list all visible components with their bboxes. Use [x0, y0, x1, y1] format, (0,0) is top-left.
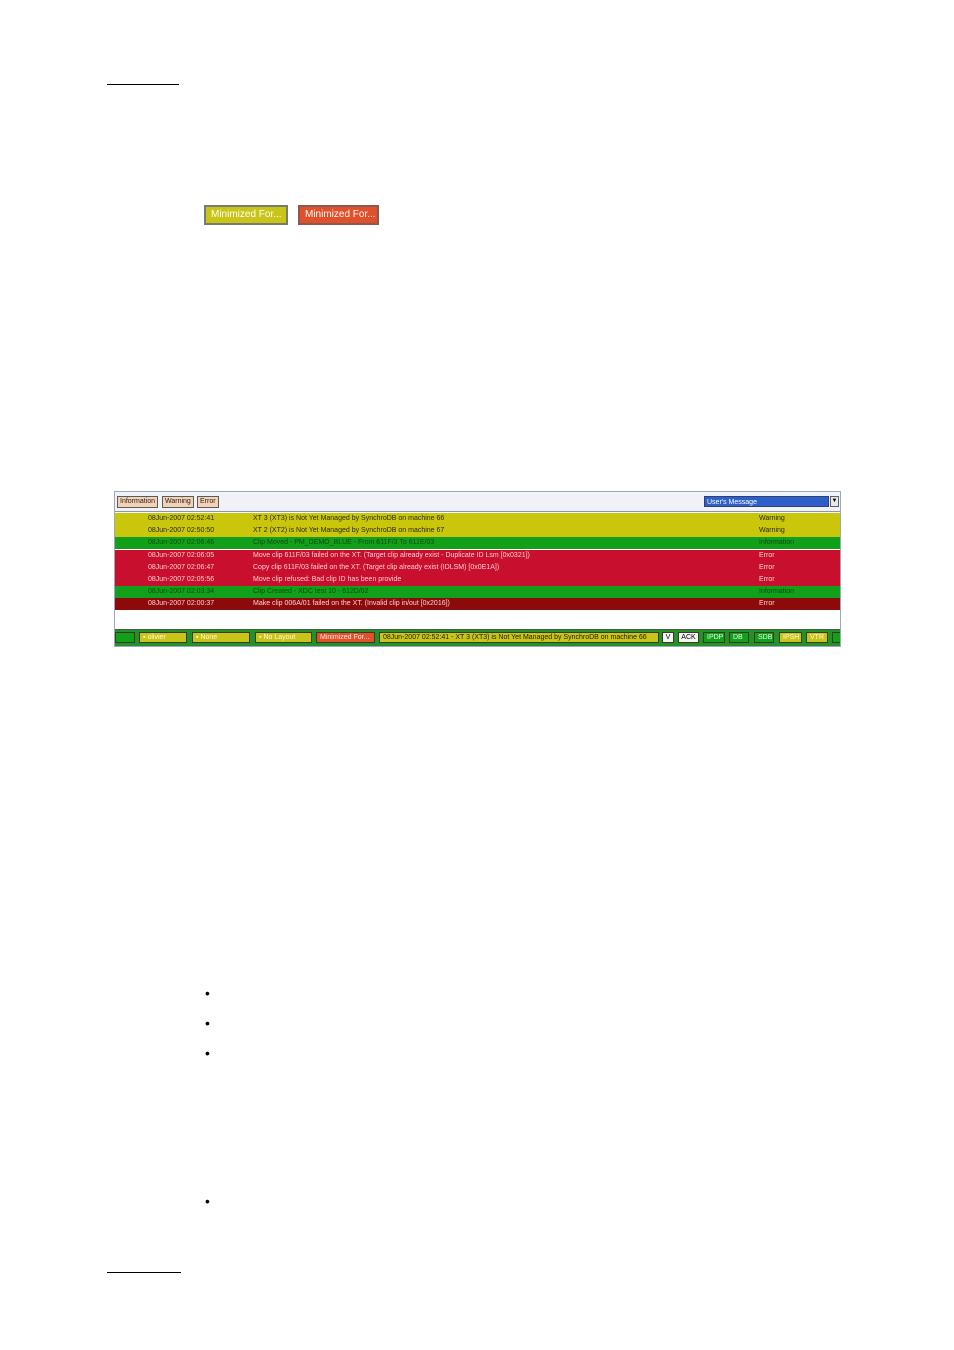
message-row[interactable]: 08Jun-2007 02:52:41 XT 3 (XT3) is Not Yet…: [115, 513, 840, 525]
filter-information-button[interactable]: Information: [117, 496, 159, 508]
message-time: 08Jun-2007 02:06:47: [148, 563, 215, 571]
message-row[interactable]: 08Jun-2007 02:06:46 Clip Moved - PM_DEMO_…: [115, 537, 840, 550]
message-time: 08Jun-2007 02:03:34: [148, 588, 215, 596]
status-pill-ipdp[interactable]: IPDP: [703, 632, 725, 643]
ack-button[interactable]: ACK: [678, 632, 699, 643]
taskbar-user-label: olivier: [147, 634, 166, 641]
taskbar-layout-label: No Layout: [263, 634, 296, 641]
header-rule: [107, 84, 179, 85]
message-severity: Information: [759, 588, 795, 596]
bullet-2: •: [205, 1015, 210, 1031]
message-text: Copy clip 611F/03 failed on the XT. (Tar…: [253, 563, 500, 571]
monitor-icon: ▪: [196, 634, 199, 641]
taskbar-selection-label: None: [200, 634, 218, 641]
taskbar-user-button[interactable]: ▪ olivier: [139, 632, 187, 643]
message-text: Move clip refused: Bad clip ID has been …: [253, 576, 402, 583]
message-severity: Information: [759, 539, 795, 547]
message-panel-toolbar: Information Warning Error User's Message…: [115, 492, 840, 512]
message-text: Clip Moved - PM_DEMO_BLUE - From 611F/3 …: [253, 539, 435, 547]
message-severity: Error: [759, 600, 775, 608]
bullet-4: •: [205, 1193, 210, 1209]
taskbar-minimized-button[interactable]: Minimized For...: [316, 632, 375, 643]
message-row[interactable]: 08Jun-2007 02:06:47 Copy clip 611F/03 fai…: [115, 561, 840, 574]
taskbar-selection-button[interactable]: ▪ None: [192, 632, 250, 643]
message-time: 08Jun-2007 02:06:05: [148, 551, 215, 559]
message-row[interactable]: 08Jun-2007 02:00:37 Make clip 006A/01 fai…: [115, 598, 840, 611]
message-time: 08Jun-2007 02:00:37: [148, 600, 215, 608]
message-time: 08Jun-2007 02:05:56: [148, 576, 215, 583]
message-time: 08Jun-2007 02:50:50: [148, 527, 215, 535]
status-pill-ipsh[interactable]: IPSH: [779, 632, 802, 643]
status-pill-extra[interactable]: [832, 632, 840, 643]
message-time: 08Jun-2007 02:06:46: [148, 539, 215, 547]
message-text: Make clip 006A/01 failed on the XT. (Inv…: [253, 600, 450, 608]
message-time: 08Jun-2007 02:52:41: [148, 515, 215, 522]
message-ticker[interactable]: 08Jun-2007 02:52:41 - XT 3 (XT3) is Not …: [379, 632, 659, 643]
message-severity: Error: [759, 563, 775, 571]
message-panel-screenshot: Information Warning Error User's Message…: [114, 491, 841, 647]
message-text: XT 2 (XT2) is Not Yet Managed by Synchro…: [253, 527, 445, 535]
message-type-select[interactable]: User's Message: [704, 496, 829, 507]
status-pill-vtr[interactable]: VTR: [806, 632, 828, 643]
message-severity: Warning: [759, 515, 785, 522]
message-row[interactable]: 08Jun-2007 02:05:56 Move clip refused: Ba…: [115, 574, 840, 586]
status-taskbar: ▪ olivier ▪ None ▪ No Layout Minimized F…: [115, 629, 840, 646]
message-text: Clip Created - XDC test 10 - 612D/02: [253, 588, 369, 596]
taskbar-layout-button[interactable]: ▪ No Layout: [255, 632, 312, 643]
minimized-for-button-yellow[interactable]: Minimized For...: [204, 205, 288, 225]
taskbar-start-button[interactable]: [115, 632, 135, 643]
status-pill-sdb[interactable]: SDB: [754, 632, 774, 643]
folder-icon: ▪: [143, 634, 146, 641]
minimized-for-button-red[interactable]: Minimized For...: [298, 205, 379, 225]
footer-rule: [107, 1272, 181, 1273]
v-button[interactable]: V: [662, 632, 674, 643]
message-row[interactable]: 08Jun-2007 02:03:34 Clip Created - XDC te…: [115, 586, 840, 599]
message-row[interactable]: 08Jun-2007 02:06:05 Move clip 611F/03 fai…: [115, 549, 840, 562]
message-severity: Error: [759, 576, 775, 583]
bullet-1: •: [205, 985, 210, 1001]
message-text: Move clip 611F/03 failed on the XT. (Tar…: [253, 551, 530, 559]
filter-warning-button[interactable]: Warning: [162, 496, 194, 508]
status-pill-db[interactable]: DB: [729, 632, 749, 643]
message-text: XT 3 (XT3) is Not Yet Managed by Synchro…: [253, 515, 445, 522]
message-severity: Warning: [759, 527, 785, 535]
grid-icon: ▪: [259, 634, 262, 641]
message-severity: Error: [759, 551, 775, 559]
bullet-3: •: [205, 1045, 210, 1061]
message-row[interactable]: 08Jun-2007 02:50:50 XT 2 (XT2) is Not Yet…: [115, 525, 840, 538]
chevron-down-icon[interactable]: ▼: [830, 496, 839, 507]
filter-error-button[interactable]: Error: [197, 496, 219, 508]
